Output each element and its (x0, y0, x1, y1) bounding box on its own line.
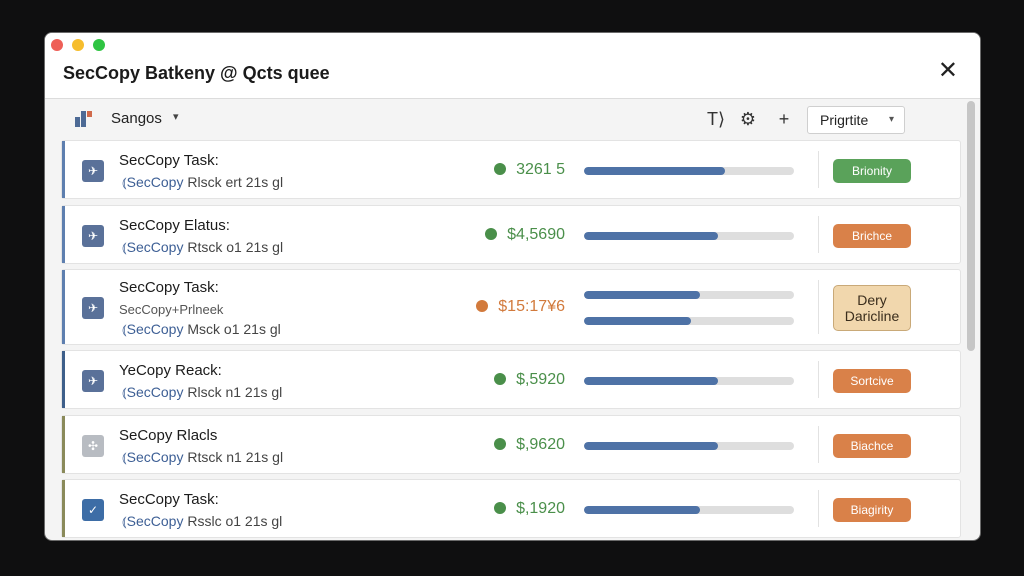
priority-badge[interactable]: Brichce (833, 223, 911, 248)
task-meta: Rlsck ert 21s gl (187, 174, 284, 190)
task-source: ⦅SecCopy (122, 321, 184, 337)
task-amount-value: $,5920 (516, 370, 565, 388)
badge-line-1: Dery (857, 292, 887, 308)
task-title: SecCopy Task: (119, 152, 219, 169)
task-meta: Rlsck n1 21s gl (187, 384, 283, 400)
task-amount-value: 3261 5 (516, 160, 565, 178)
task-source: ⦅SecCopy (122, 513, 184, 529)
task-subtitle: ⦅SecCopy Rlsck ert 21s gl (122, 174, 283, 191)
row-accent (62, 416, 65, 473)
priority-badge[interactable]: Sortcive (833, 368, 911, 393)
task-progress-fill (584, 441, 719, 450)
gem-icon (494, 162, 507, 175)
row-divider (818, 490, 819, 527)
priority-badge[interactable]: Biachce (833, 433, 911, 458)
task-amount-value: $4,5690 (507, 225, 565, 243)
gem-icon (494, 501, 507, 514)
row-divider (818, 426, 819, 463)
task-row[interactable]: ✈ YeCopy Reack: ⦅SecCopy Rlsck n1 21s gl… (61, 350, 961, 409)
task-progress-fill (584, 317, 692, 325)
task-icon: ✈ (82, 159, 104, 182)
task-amount-value: $,1920 (516, 499, 565, 517)
task-progress-bar (584, 291, 794, 299)
task-row[interactable]: ✈ SecCopy Task: ⦅SecCopy Rlsck ert 21s g… (61, 140, 961, 199)
task-title: SecCopy Elatus: (119, 217, 230, 234)
task-progress-fill (584, 291, 700, 299)
task-amount: $,1920 (494, 500, 565, 518)
task-subtitle: ⦅SecCopy Rtsck n1 21s gl (122, 449, 283, 466)
task-amount: $4,5690 (485, 226, 565, 244)
task-icon: ✈ (82, 369, 104, 392)
app-window: SecCopy Batkeny @ Qcts quee ✕ Sangos ▾ T… (44, 32, 981, 541)
task-progress-bar (584, 166, 794, 175)
row-divider (818, 361, 819, 398)
task-icon: ✈ (82, 224, 104, 247)
task-icon: ✓ (82, 498, 104, 521)
row-accent (62, 206, 65, 263)
task-icon: ✣ (82, 434, 104, 457)
task-subtitle: ⦅SecCopy Rlsck n1 21s gl (122, 384, 282, 401)
task-amount: $,5920 (494, 371, 565, 389)
task-title: SecCopy Task: (119, 491, 219, 508)
row-divider (818, 280, 819, 334)
row-accent (62, 270, 65, 344)
row-accent (62, 351, 65, 408)
task-meta: Rsslc o1 21s gl (187, 513, 283, 529)
task-meta: Msck o1 21s gl (187, 321, 281, 337)
task-progress-fill (584, 231, 719, 240)
task-amount: $,9620 (494, 436, 565, 454)
task-progress-bar-secondary (584, 317, 794, 325)
task-progress-fill (584, 505, 700, 514)
task-row[interactable]: ✓ SecCopy Task: ⦅SecCopy Rsslc o1 21s gl… (61, 479, 961, 538)
task-progress-bar (584, 505, 794, 514)
task-meta: Rtsck n1 21s gl (187, 449, 284, 465)
task-subtitle: ⦅SecCopy Rsslc o1 21s gl (122, 513, 282, 530)
task-list: ✈ SecCopy Task: ⦅SecCopy Rlsck ert 21s g… (45, 33, 980, 540)
task-subtitle: ⦅SecCopy Msck o1 21s gl (122, 321, 281, 338)
row-accent (62, 141, 65, 198)
task-amount: 3261 5 (494, 161, 565, 179)
row-accent (62, 480, 65, 537)
task-title: YeCopy Reack: (119, 362, 222, 379)
gem-icon (494, 372, 507, 385)
gem-icon (485, 227, 498, 240)
task-subtitle-extra: SecCopy+Prlneek (119, 302, 224, 317)
task-source: ⦅SecCopy (122, 239, 184, 255)
priority-badge[interactable]: Dery Daricline (833, 285, 911, 331)
row-divider (818, 151, 819, 188)
gem-icon (476, 300, 489, 312)
task-progress-bar (584, 441, 794, 450)
priority-badge[interactable]: Brionity (833, 158, 911, 183)
task-row[interactable]: ✣ SeCopy Rlacls ⦅SecCopy Rtsck n1 21s gl… (61, 415, 961, 474)
task-source: ⦅SecCopy (122, 449, 184, 465)
priority-badge[interactable]: Biagirity (833, 497, 911, 522)
task-progress-bar (584, 376, 794, 385)
badge-line-2: Daricline (844, 308, 900, 324)
task-progress-bar (584, 231, 794, 240)
task-amount-value: $,9620 (516, 435, 565, 453)
scrollbar[interactable] (966, 101, 976, 540)
row-divider (818, 216, 819, 253)
gem-icon (494, 437, 507, 450)
task-title: SecCopy Task: (119, 279, 219, 296)
task-source: ⦅SecCopy (122, 384, 184, 400)
task-icon: ✈ (82, 297, 104, 319)
task-row[interactable]: ✈ SecCopy Elatus: ⦅SecCopy Rtsck o1 21s … (61, 205, 961, 264)
task-progress-fill (584, 166, 725, 175)
task-title: SeCopy Rlacls (119, 427, 218, 444)
scroll-thumb[interactable] (967, 101, 975, 351)
task-amount-value: $15:17¥6 (498, 298, 565, 315)
task-source: ⦅SecCopy (122, 174, 184, 190)
task-progress-fill (584, 376, 719, 385)
task-amount: $15:17¥6 (476, 298, 565, 316)
task-meta: Rtsck o1 21s gl (187, 239, 284, 255)
task-row[interactable]: ✈ SecCopy Task: SecCopy+Prlneek ⦅SecCopy… (61, 269, 961, 345)
task-subtitle: ⦅SecCopy Rtsck o1 21s gl (122, 239, 283, 256)
